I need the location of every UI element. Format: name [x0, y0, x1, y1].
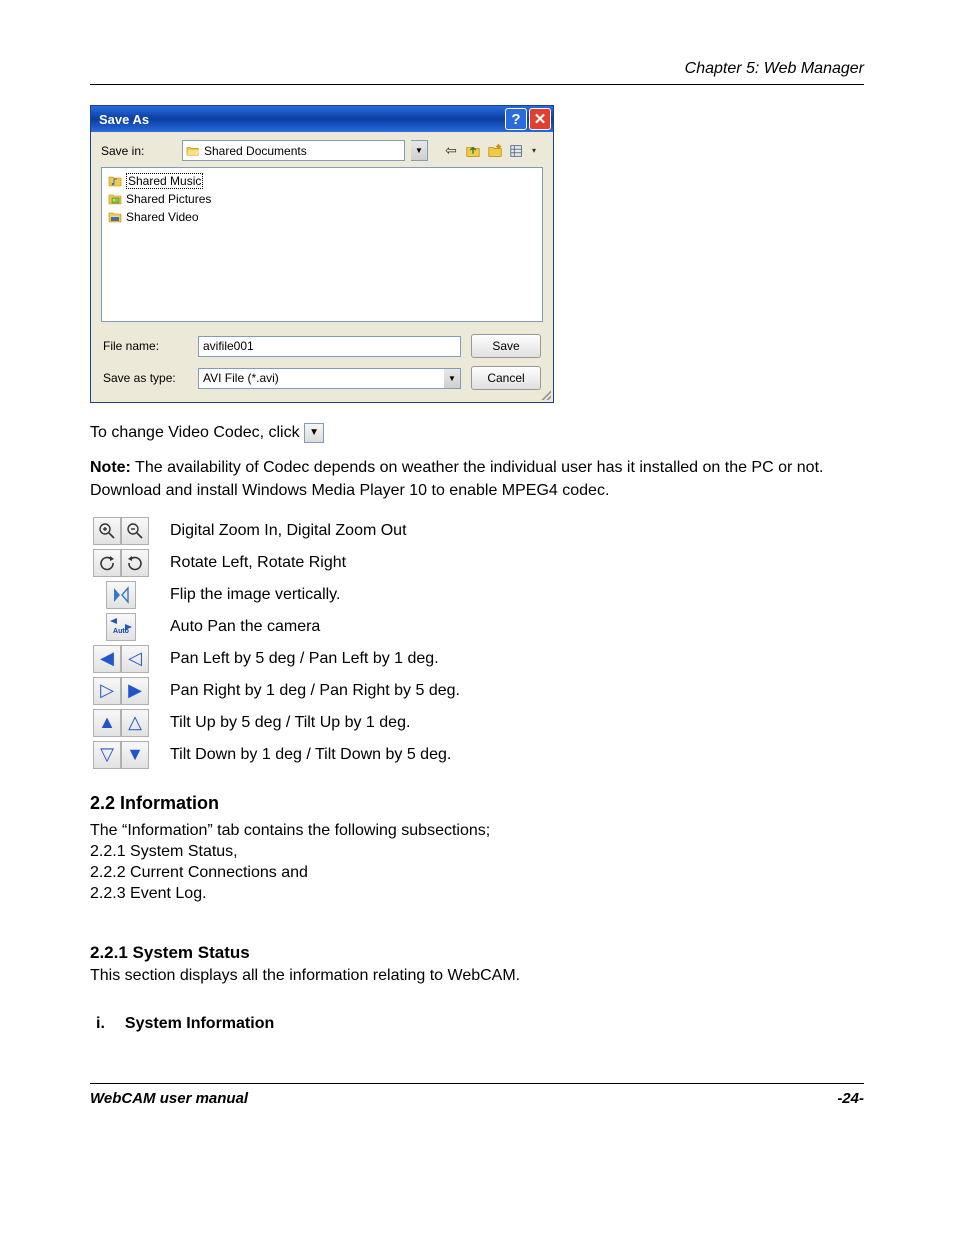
section-2-2-intro: The “Information” tab contains the follo… [90, 822, 864, 840]
rotate-right-icon[interactable] [121, 549, 149, 577]
zoom-in-icon[interactable] [93, 517, 121, 545]
pan-left-1-icon[interactable]: ◁ [121, 645, 149, 673]
chapter-header: Chapter 5: Web Manager [90, 60, 864, 85]
chevron-down-icon[interactable]: ▼ [444, 368, 461, 389]
folder-open-icon [186, 145, 200, 157]
save-as-type-label: Save as type: [103, 371, 188, 385]
list-line: 2.2.1 System Status, [90, 843, 864, 861]
note-body: The availability of Codec depends on wea… [90, 459, 823, 499]
system-info-heading: i. System Information [96, 1015, 864, 1033]
section-2-2-1-heading: 2.2.1 System Status [90, 943, 864, 963]
icon-desc: Tilt Down by 1 deg / Tilt Down by 5 deg. [170, 746, 451, 764]
list-item[interactable]: Shared Video [106, 208, 538, 226]
pan-right-5-icon[interactable]: ▶ [121, 677, 149, 705]
folder-pictures-icon [108, 192, 122, 206]
tilt-down-5-icon[interactable]: ▼ [121, 741, 149, 769]
file-name-label: File name: [103, 339, 188, 353]
file-name-input[interactable]: avifile001 [198, 336, 461, 357]
file-item-label: Shared Pictures [126, 192, 211, 206]
list-item[interactable]: Shared Pictures [106, 190, 538, 208]
folder-video-icon [108, 210, 122, 224]
tilt-down-1-icon[interactable]: ▽ [93, 741, 121, 769]
note-label: Note: [90, 459, 131, 476]
back-icon[interactable]: ⇦ [442, 142, 460, 160]
icon-desc: Rotate Left, Rotate Right [170, 554, 346, 572]
icon-desc: Flip the image vertically. [170, 586, 340, 604]
views-icon[interactable] [508, 142, 526, 160]
auto-pan-icon[interactable]: Auto [106, 613, 136, 641]
icon-desc: Pan Left by 5 deg / Pan Left by 1 deg. [170, 650, 439, 668]
save-as-dialog: Save As ? ✕ Save in: Shared Documents ▼ … [90, 105, 554, 403]
save-as-type-dropdown[interactable]: AVI File (*.avi) ▼ [198, 368, 461, 389]
icon-desc: Digital Zoom In, Digital Zoom Out [170, 522, 407, 540]
icon-legend-table: Digital Zoom In, Digital Zoom Out Rotate… [90, 517, 864, 769]
list-line: 2.2.2 Current Connections and [90, 864, 864, 882]
new-folder-icon[interactable] [486, 142, 504, 160]
save-as-type-value: AVI File (*.avi) [203, 371, 279, 385]
section-2-2-list: 2.2.1 System Status, 2.2.2 Current Conne… [90, 843, 864, 903]
roman-numeral: i. [96, 1015, 105, 1033]
codec-line-text: To change Video Codec, click [90, 424, 304, 441]
file-item-label: Shared Music [126, 173, 203, 189]
dropdown-button-icon[interactable]: ▼ [304, 423, 324, 443]
save-in-dropdown[interactable]: Shared Documents [182, 140, 405, 161]
chevron-down-icon[interactable]: ▼ [411, 140, 428, 161]
pan-left-5-icon[interactable]: ◀ [93, 645, 121, 673]
system-info-title: System Information [125, 1015, 274, 1033]
icon-desc: Pan Right by 1 deg / Pan Right by 5 deg. [170, 682, 460, 700]
footer-right: -24- [837, 1090, 864, 1107]
pan-right-1-icon[interactable]: ▷ [93, 677, 121, 705]
file-list[interactable]: Shared Music Shared Pictures Shared Vide… [101, 167, 543, 322]
zoom-out-icon[interactable] [121, 517, 149, 545]
dialog-title: Save As [99, 112, 149, 127]
save-in-value: Shared Documents [204, 144, 307, 158]
views-chevron-down-icon[interactable]: ▾ [530, 142, 538, 160]
up-folder-icon[interactable] [464, 142, 482, 160]
icon-desc: Tilt Up by 5 deg / Tilt Up by 1 deg. [170, 714, 410, 732]
list-line: 2.2.3 Event Log. [90, 885, 864, 903]
help-icon[interactable]: ? [505, 108, 527, 130]
section-2-2-heading: 2.2 Information [90, 793, 864, 814]
file-item-label: Shared Video [126, 210, 199, 224]
tilt-up-5-icon[interactable]: ▲ [93, 709, 121, 737]
flip-vertical-icon[interactable] [106, 581, 136, 609]
rotate-left-icon[interactable] [93, 549, 121, 577]
save-button[interactable]: Save [471, 334, 541, 358]
note-paragraph: Note: The availability of Codec depends … [90, 456, 864, 502]
cancel-button[interactable]: Cancel [471, 366, 541, 390]
codec-instruction: To change Video Codec, click ▼ [90, 421, 864, 444]
folder-music-icon [108, 174, 122, 188]
file-name-value: avifile001 [203, 339, 254, 353]
list-item[interactable]: Shared Music [106, 172, 538, 190]
titlebar: Save As ? ✕ [91, 106, 553, 132]
section-2-2-1-body: This section displays all the informatio… [90, 967, 864, 985]
footer-left: WebCAM user manual [90, 1090, 248, 1107]
close-icon[interactable]: ✕ [529, 108, 551, 130]
save-in-label: Save in: [101, 144, 176, 158]
resize-grip-icon[interactable] [539, 388, 551, 400]
tilt-up-1-icon[interactable]: △ [121, 709, 149, 737]
icon-desc: Auto Pan the camera [170, 618, 320, 636]
